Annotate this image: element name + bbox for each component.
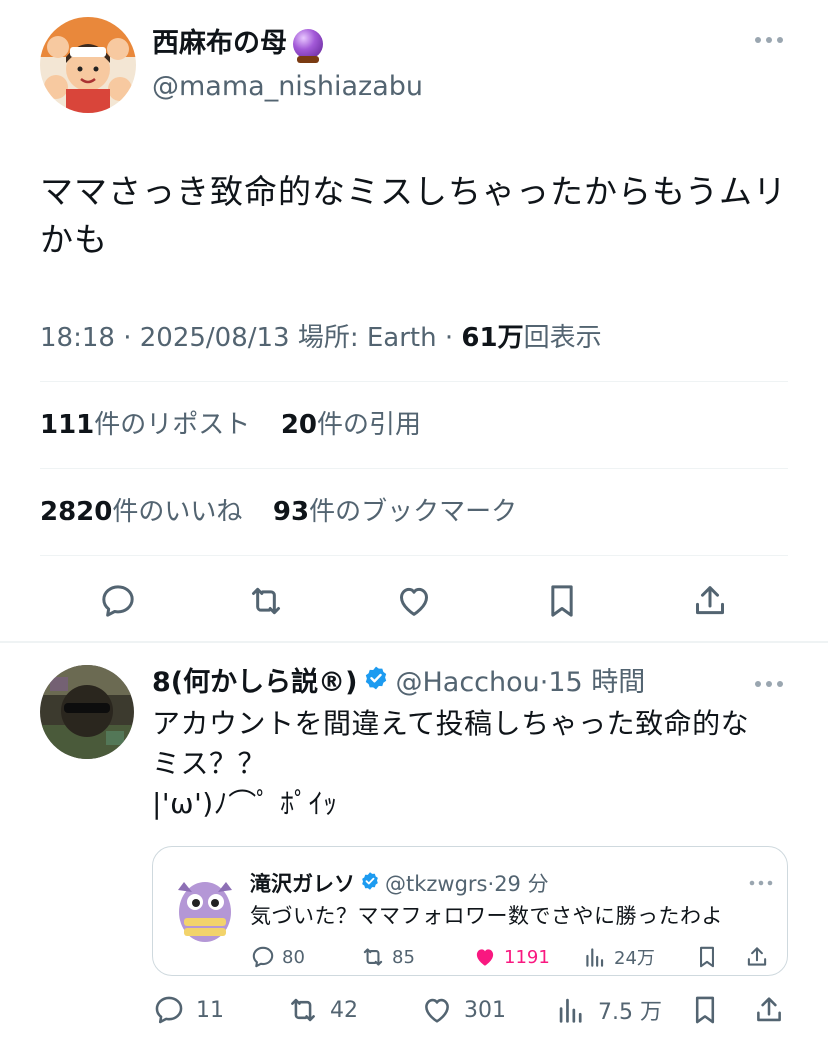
reply-share-button[interactable] [752,993,796,1027]
views-chart-icon [559,998,582,1023]
share-icon [747,947,767,966]
quote-views-button[interactable]: 24万 [582,944,655,970]
reply-author-name[interactable]: 8(何かしら説®) [152,664,357,702]
quote-time[interactable]: 29 分 [494,869,548,899]
quotes-count: 20 [280,410,318,440]
quote-like-count: 1191 [504,946,550,968]
divider [40,468,788,469]
share-icon[interactable] [690,581,730,621]
reply-time[interactable]: 15 時間 [548,664,645,702]
crystal-ball-emoji [293,29,323,63]
reply-icon[interactable] [98,581,138,621]
verified-badge-icon [363,664,389,702]
tweet-action-bar [40,575,788,627]
likes-link[interactable]: 2820件のいいね [40,497,242,527]
quote-author-name[interactable]: 滝沢ガレソ [250,869,355,899]
reply-reply-count: 11 [196,997,224,1023]
meta-separator: · [123,323,140,353]
quotes-label: 件の引用 [317,410,422,440]
like-bookmark-stats: 2820件のいいね 93件のブックマーク [40,492,517,532]
views-chart-icon [586,948,604,967]
reply-bookmark-button[interactable] [688,993,732,1027]
quote-repost-count: 85 [392,946,415,968]
quote-header: 滝沢ガレソ @tkzwgrs · 29 分 [250,869,549,899]
likes-count: 2820 [40,497,113,527]
reply-views-button[interactable]: 7.5 万 [554,993,662,1027]
author-name-text[interactable]: 西麻布の母 [152,26,287,62]
tweet-time[interactable]: 18:18 [40,323,115,353]
meta-separator: · [487,872,495,896]
like-icon[interactable] [394,581,434,621]
likes-label: 件のいいね [112,497,243,527]
repost-icon[interactable] [246,581,286,621]
bookmarks-label: 件のブックマーク [309,497,518,527]
views-count: 61万 [461,323,524,353]
quote-repost-button[interactable]: 85 [360,944,415,970]
section-divider [0,641,828,643]
quote-author-avatar[interactable] [170,868,240,948]
author-avatar[interactable] [40,17,136,113]
views-label: 回表示 [523,323,602,353]
quote-views-count: 24万 [614,948,655,969]
quote-reply-button[interactable]: 80 [250,944,305,970]
bookmark-icon [695,996,715,1024]
bookmark-icon[interactable] [542,581,582,621]
tweet-location: 場所: Earth [297,323,437,353]
reply-text-line: アカウントを間違えて投稿しちゃった致命的な [152,707,750,740]
reply-views-count: 7.5 万 [598,1000,662,1025]
like-icon [425,998,449,1023]
quote-share-button[interactable] [744,944,776,970]
reply-author-avatar[interactable] [40,665,134,759]
more-options-icon[interactable] [752,30,786,50]
heart-filled-icon [476,949,494,966]
reposts-label: 件のリポスト [94,410,251,440]
reply-like-count: 301 [464,997,506,1023]
quote-reply-count: 80 [282,946,305,968]
meta-separator: · [539,667,549,698]
reply-text-line: ミス？？ [152,747,267,780]
reply-text: アカウントを間違えて投稿しちゃった致命的な ミス？？ |'ω')ﾉ⌒ﾟ ﾎﾟｲｯ [152,704,792,824]
divider [40,555,788,556]
author-handle[interactable]: @mama_nishiazabu [152,69,423,105]
reply-repost-button[interactable]: 42 [286,993,358,1027]
reply-icon [252,946,274,968]
meta-separator: · [444,323,462,353]
quote-like-button[interactable]: 1191 [472,944,550,970]
reply-header: 8(何かしら説®) @Hacchou · 15 時間 [152,664,645,702]
divider [40,381,788,382]
quote-text: 気づいた？ママフォロワー数でさやに勝ったわよ [250,904,723,928]
reposts-link[interactable]: 111件のリポスト [40,410,250,440]
repost-quote-stats: 111件のリポスト 20件の引用 [40,405,421,445]
repost-icon [363,948,383,966]
quote-author-handle[interactable]: @tkzwgrs [385,869,488,899]
quote-bookmark-button[interactable] [694,944,726,970]
bookmarks-link[interactable]: 93件のブックマーク [273,497,517,527]
reposts-count: 111 [40,410,95,440]
tweet-meta: 18:18 · 2025/08/13 場所: Earth · 61万回表示 [40,318,602,358]
reply-like-button[interactable]: 301 [420,993,506,1027]
tweet-text: ママさっき致命的なミスしちゃったからもうムリかも [40,172,788,259]
quotes-link[interactable]: 20件の引用 [281,410,421,440]
reply-author-handle[interactable]: @Hacchou [395,664,539,702]
bookmark-icon [700,946,714,968]
author-name[interactable]: 西麻布の母 [152,26,323,63]
reply-text-line: |'ω')ﾉ⌒ﾟ ﾎﾟｲｯ [152,787,338,820]
repost-icon [291,998,315,1022]
more-options-icon[interactable] [752,674,786,694]
share-icon [757,997,781,1022]
verified-badge-icon [360,869,380,899]
bookmarks-count: 93 [272,497,310,527]
reply-repost-count: 42 [330,997,358,1023]
reply-reply-button[interactable]: 11 [152,993,224,1027]
more-options-icon[interactable] [748,876,774,890]
reply-icon [155,996,183,1024]
tweet-date[interactable]: 2025/08/13 [140,323,290,353]
